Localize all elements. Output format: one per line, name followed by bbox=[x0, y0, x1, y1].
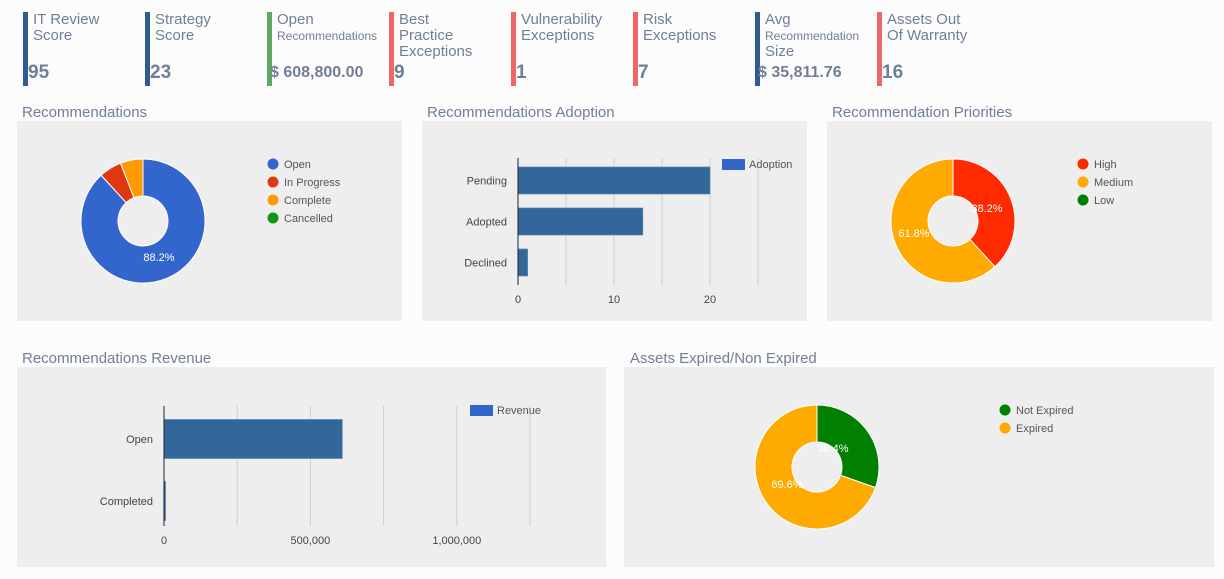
priorities-title: Recommendation Priorities bbox=[832, 104, 1013, 121]
kpi-card: IT Review Score 95 bbox=[23, 12, 141, 86]
legend-label: Low bbox=[1094, 195, 1114, 207]
kpi-card: Assets Out Of Warranty 16 bbox=[877, 12, 995, 86]
legend-label: In Progress bbox=[284, 177, 341, 189]
legend-marker bbox=[999, 422, 1011, 434]
legend-marker bbox=[1077, 176, 1089, 188]
bar-declined bbox=[517, 248, 528, 277]
legend-swatch bbox=[722, 159, 745, 170]
x-tick-label: 1,000,000 bbox=[432, 535, 481, 547]
kpi-label: Open Recommendations bbox=[277, 11, 378, 44]
slice-label: 38.2% bbox=[971, 203, 1002, 215]
legend-marker bbox=[267, 194, 279, 206]
adoption-bar-chart: Pending Adopted Declined 0 10 20 Adoption bbox=[464, 158, 792, 306]
legend-label: Open bbox=[284, 159, 311, 171]
kpi-value: 23 bbox=[150, 62, 172, 83]
kpi-card: Strategy Score 23 bbox=[145, 12, 263, 86]
kpi-card: Best Practice Exceptions 9 bbox=[389, 12, 507, 86]
bar-adopted bbox=[517, 207, 644, 236]
category-label: Declined bbox=[464, 258, 507, 270]
revenue-panel: Open Completed 0 500,000 1,000,000 Revenue bbox=[17, 367, 606, 567]
recommendations-panel: 88.2% Open In Progress Complete Cancelled bbox=[17, 121, 402, 321]
legend-marker bbox=[999, 404, 1011, 416]
x-tick-label: 10 bbox=[608, 294, 620, 306]
legend-label: Complete bbox=[284, 195, 331, 207]
slice-label: 69.6% bbox=[771, 479, 802, 491]
slice-label: 30.4% bbox=[817, 443, 848, 455]
legend-label: Medium bbox=[1094, 177, 1133, 189]
legend-marker bbox=[1077, 194, 1089, 206]
kpi-card: Risk Exceptions 7 bbox=[633, 12, 751, 86]
bar-open bbox=[163, 419, 343, 459]
legend-label: Revenue bbox=[497, 405, 541, 417]
x-tick-label: 20 bbox=[704, 294, 716, 306]
legend-label: Cancelled bbox=[284, 213, 333, 225]
legend-label: Expired bbox=[1016, 423, 1053, 435]
x-tick-label: 0 bbox=[515, 294, 521, 306]
category-label: Completed bbox=[100, 496, 153, 508]
recommendations-donut-chart: 88.2% Open In Progress Complete Cancelled bbox=[80, 158, 341, 284]
adoption-panel: Pending Adopted Declined 0 10 20 Adoption bbox=[422, 121, 807, 321]
priorities-panel: 38.2% 61.8% High Medium Low bbox=[827, 121, 1212, 321]
kpi-value: 7 bbox=[638, 62, 649, 83]
kpi-label: Vulnerability Exceptions bbox=[521, 11, 603, 44]
kpi-value: 1 bbox=[516, 62, 527, 83]
adoption-title: Recommendations Adoption bbox=[427, 104, 615, 121]
bar-pending bbox=[517, 166, 711, 195]
kpi-label: Strategy Score bbox=[155, 11, 211, 44]
kpi-value: 95 bbox=[28, 62, 50, 83]
kpi-value: 16 bbox=[882, 62, 904, 83]
legend-marker bbox=[267, 212, 279, 224]
category-label: Adopted bbox=[466, 217, 507, 229]
legend-label: High bbox=[1094, 159, 1117, 171]
revenue-bar-chart: Open Completed 0 500,000 1,000,000 Revenue bbox=[100, 405, 541, 547]
priorities-donut-chart: 38.2% 61.8% High Medium Low bbox=[890, 158, 1133, 284]
kpi-label: IT Review Score bbox=[33, 11, 100, 44]
legend-swatch bbox=[470, 405, 493, 416]
legend-label: Not Expired bbox=[1016, 405, 1073, 417]
kpi-value: $ 35,811.76 bbox=[758, 64, 842, 81]
legend-label: Adoption bbox=[749, 159, 792, 171]
assets-title: Assets Expired/Non Expired bbox=[630, 350, 817, 367]
kpi-label: Assets Out Of Warranty bbox=[887, 11, 968, 44]
legend-marker bbox=[267, 176, 279, 188]
slice-label: 61.8% bbox=[898, 228, 929, 240]
kpi-value: $ 608,800.00 bbox=[270, 64, 364, 81]
assets-donut-chart: 30.4% 69.6% Not Expired Expired bbox=[754, 404, 1073, 530]
x-tick-label: 500,000 bbox=[291, 535, 331, 547]
category-label: Pending bbox=[467, 176, 507, 188]
kpi-label: Avg Recommendation Size bbox=[765, 11, 860, 60]
revenue-title: Recommendations Revenue bbox=[22, 350, 212, 367]
legend-marker bbox=[267, 158, 279, 170]
kpi-label: Best Practice Exceptions bbox=[399, 11, 473, 60]
kpi-card: Open Recommendations $ 608,800.00 bbox=[267, 12, 385, 86]
kpi-card: Vulnerability Exceptions 1 bbox=[511, 12, 629, 86]
kpi-value: 9 bbox=[394, 62, 405, 83]
kpi-label: Risk Exceptions bbox=[643, 11, 717, 44]
kpi-card: Avg Recommendation Size $ 35,811.76 bbox=[755, 12, 873, 86]
slice-label: 88.2% bbox=[143, 252, 174, 264]
x-tick-label: 0 bbox=[161, 535, 167, 547]
legend-marker bbox=[1077, 158, 1089, 170]
assets-panel: 30.4% 69.6% Not Expired Expired bbox=[624, 367, 1214, 567]
category-label: Open bbox=[126, 434, 153, 446]
recommendations-title: Recommendations bbox=[22, 104, 148, 121]
